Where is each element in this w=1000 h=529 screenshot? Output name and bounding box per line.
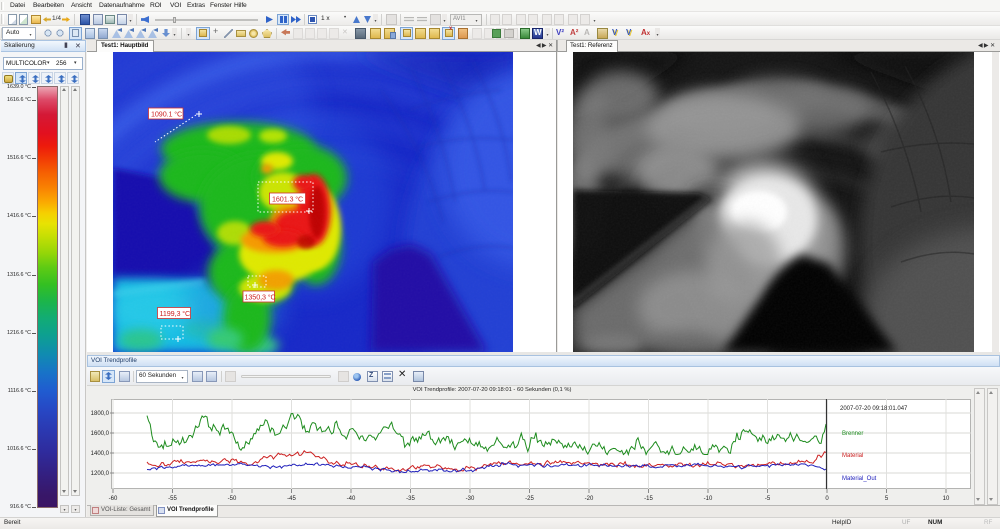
svg-text:Brenner: Brenner <box>842 431 863 437</box>
svg-text:-45: -45 <box>287 496 296 502</box>
svg-text:1090.1 °C: 1090.1 °C <box>151 110 182 119</box>
svg-text:-60: -60 <box>109 496 118 502</box>
svg-text:1600,0: 1600,0 <box>91 431 110 437</box>
svg-text:10: 10 <box>943 496 950 502</box>
svg-text:-25: -25 <box>525 496 534 502</box>
svg-text:5: 5 <box>885 496 889 502</box>
svg-text:-5: -5 <box>765 496 771 502</box>
svg-text:Material_Out: Material_Out <box>842 476 877 482</box>
svg-text:2007-07-20 09:18:01.047: 2007-07-20 09:18:01.047 <box>840 406 908 412</box>
svg-text:-40: -40 <box>347 496 356 502</box>
svg-text:1400,0: 1400,0 <box>91 451 110 457</box>
svg-text:-35: -35 <box>406 496 415 502</box>
svg-text:-15: -15 <box>644 496 653 502</box>
svg-text:-50: -50 <box>228 496 237 502</box>
svg-text:Material: Material <box>842 453 863 459</box>
svg-text:0: 0 <box>825 496 829 502</box>
svg-text:1200,0: 1200,0 <box>91 471 110 477</box>
svg-text:-10: -10 <box>704 496 713 502</box>
svg-text:-30: -30 <box>466 496 475 502</box>
svg-text:1350,3 °C: 1350,3 °C <box>245 293 276 302</box>
svg-text:1800,0: 1800,0 <box>91 411 110 417</box>
svg-text:-20: -20 <box>585 496 594 502</box>
svg-text:1601.3 °C: 1601.3 °C <box>272 195 303 204</box>
svg-text:1199,3 °C: 1199,3 °C <box>160 309 191 318</box>
svg-text:-55: -55 <box>168 496 177 502</box>
